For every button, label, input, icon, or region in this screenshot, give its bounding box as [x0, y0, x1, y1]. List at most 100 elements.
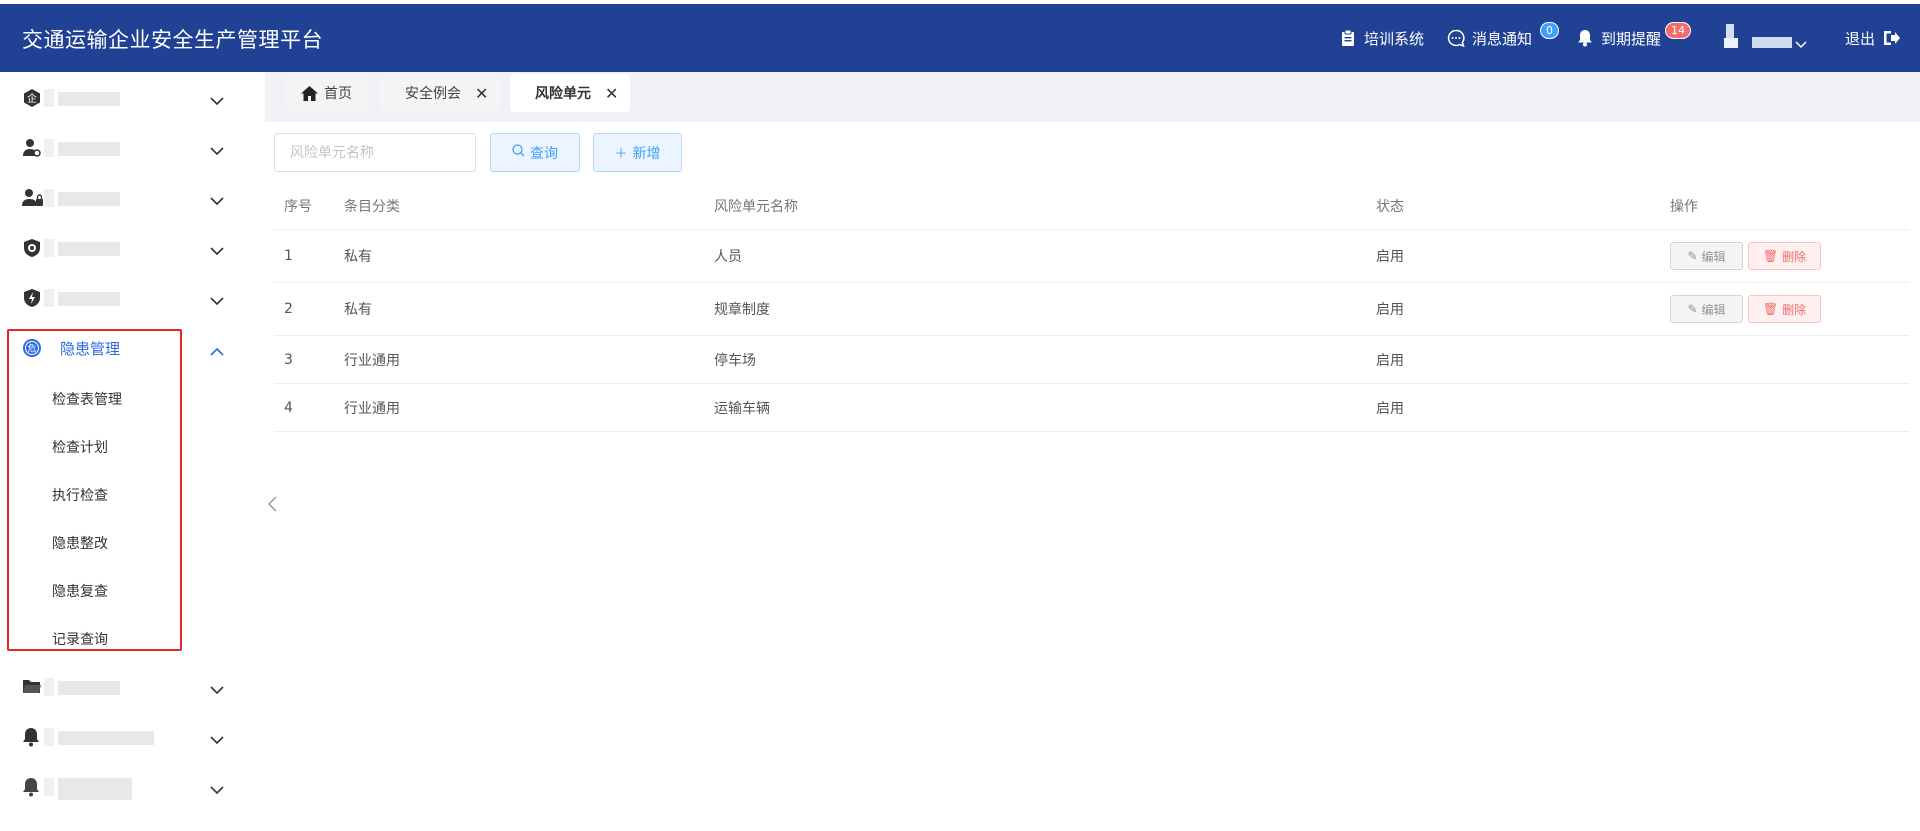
expiry-reminder-link[interactable]: 到期提醒 14 [1575, 22, 1691, 50]
sidebar: 企 危 隐患管理 检查表管理 检查计划 执行检查 隐患整改 隐患复查 记录查询 [0, 72, 262, 831]
table-row: 4 行业通用 运输车辆 启用 [274, 384, 1909, 432]
tab-home[interactable]: 首页 [285, 74, 369, 112]
table-row: 2 私有 规章制度 启用 ✎ 编辑 🗑 删除 [274, 283, 1909, 336]
chevron-down-icon [210, 291, 224, 310]
edit-label: 编辑 [1701, 249, 1726, 264]
delete-label: 删除 [1782, 249, 1807, 264]
enterprise-icon: 企 [22, 88, 42, 108]
logout-button[interactable]: 退出 [1845, 26, 1907, 50]
home-icon [301, 85, 318, 101]
table-row: 3 行业通用 停车场 启用 [274, 336, 1909, 384]
delete-label: 删除 [1782, 302, 1807, 317]
expiry-count-badge: 14 [1665, 22, 1691, 39]
logout-icon [1881, 28, 1901, 48]
app-title: 交通运输企业安全生产管理平台 [22, 28, 323, 52]
user-lock-icon [22, 188, 43, 208]
cell-status: 启用 [1376, 249, 1404, 265]
plus-icon: ＋ [614, 147, 628, 162]
add-label: 新增 [632, 145, 661, 162]
edit-icon: ✎ [1687, 249, 1698, 263]
cell-status: 启用 [1376, 352, 1404, 369]
cell-name: 停车场 [714, 352, 756, 369]
highlight-annotation-box [7, 329, 182, 651]
delete-button[interactable]: 🗑 删除 [1748, 295, 1821, 323]
cell-index: 3 [284, 351, 293, 368]
chevron-down-icon [210, 91, 224, 110]
cell-category: 私有 [344, 249, 372, 265]
edit-icon: ✎ [1687, 302, 1698, 316]
cell-name: 规章制度 [714, 302, 770, 318]
cell-category: 行业通用 [344, 400, 400, 417]
column-header-actions: 操作 [1670, 198, 1698, 215]
shield-lightning-icon [22, 288, 42, 308]
cell-category: 行业通用 [344, 352, 400, 369]
delete-button[interactable]: 🗑 删除 [1748, 242, 1821, 270]
add-button[interactable]: ＋ 新增 [593, 133, 682, 172]
edit-button[interactable]: ✎ 编辑 [1670, 242, 1743, 270]
trash-icon: 🗑 [1762, 249, 1779, 263]
close-icon[interactable]: ✕ [605, 84, 618, 103]
training-system-label: 培训系统 [1364, 29, 1425, 48]
sidebar-item-2[interactable] [0, 123, 240, 173]
sidebar-item-3[interactable] [0, 173, 240, 223]
avatar[interactable] [1724, 24, 1738, 50]
query-button[interactable]: 查询 [490, 133, 580, 172]
chevron-down-icon [210, 241, 224, 260]
table-header: 序号 条目分类 风险单元名称 状态 操作 [274, 182, 1909, 230]
chevron-down-icon [210, 730, 224, 749]
user-name-redacted[interactable] [1752, 37, 1792, 48]
chat-bubble-icon [1446, 28, 1466, 48]
edit-button[interactable]: ✎ 编辑 [1670, 295, 1743, 323]
sidebar-item-7[interactable] [0, 662, 240, 712]
chevron-down-icon [210, 191, 224, 210]
chevron-up-icon [210, 341, 224, 360]
sidebar-item-4[interactable] [0, 223, 240, 273]
logout-label: 退出 [1845, 29, 1876, 48]
edit-label: 编辑 [1701, 302, 1726, 317]
sidebar-item-9[interactable] [0, 762, 240, 812]
column-header-category: 条目分类 [344, 198, 400, 215]
cell-name: 人员 [714, 249, 742, 265]
tab-safety-meeting[interactable]: 安全例会 ✕ [380, 74, 500, 112]
folder-icon [22, 677, 42, 697]
svg-text:企: 企 [27, 92, 37, 105]
column-header-status: 状态 [1376, 198, 1404, 215]
close-icon[interactable]: ✕ [475, 84, 488, 103]
table-row: 1 私有 人员 启用 ✎ 编辑 🗑 删除 [274, 230, 1909, 283]
user-settings-icon [22, 138, 42, 158]
top-header: 交通运输企业安全生产管理平台 培训系统 消息通知 0 到期提醒 14 退出 [0, 4, 1920, 72]
tab-risk-unit[interactable]: 风险单元 ✕ [510, 74, 630, 112]
bell-icon [22, 727, 42, 747]
cell-status: 启用 [1376, 302, 1404, 318]
notification-icon [22, 777, 42, 797]
cell-name: 运输车辆 [714, 400, 770, 417]
expiry-reminder-label: 到期提醒 [1601, 29, 1662, 48]
tab-label: 首页 [324, 86, 352, 102]
bell-icon [1575, 28, 1595, 48]
chevron-down-icon [210, 680, 224, 699]
clipboard-icon [1338, 28, 1358, 48]
camera-shield-icon [22, 238, 42, 258]
cell-status: 启用 [1376, 400, 1404, 417]
chevron-left-icon[interactable] [267, 496, 277, 516]
sidebar-item-5[interactable] [0, 273, 240, 323]
search-icon [512, 144, 525, 161]
tabs-bar: 首页 安全例会 ✕ 风险单元 ✕ [265, 72, 1920, 122]
training-system-link[interactable]: 培训系统 [1338, 26, 1424, 50]
cell-index: 4 [284, 399, 293, 416]
trash-icon: 🗑 [1762, 302, 1779, 316]
cell-category: 私有 [344, 302, 372, 318]
sidebar-item-8[interactable] [0, 712, 240, 762]
cell-index: 1 [284, 248, 293, 264]
column-header-name: 风险单元名称 [714, 198, 798, 215]
chevron-down-icon[interactable] [1795, 34, 1807, 53]
tab-label: 风险单元 [535, 86, 591, 102]
sidebar-item-1[interactable]: 企 [0, 73, 240, 123]
risk-unit-search-input[interactable] [274, 133, 476, 172]
messages-label: 消息通知 [1472, 29, 1533, 48]
query-label: 查询 [530, 145, 558, 162]
cell-index: 2 [284, 301, 293, 317]
messages-link[interactable]: 消息通知 0 [1446, 22, 1559, 50]
chevron-down-icon [210, 780, 224, 799]
chevron-down-icon [210, 141, 224, 160]
